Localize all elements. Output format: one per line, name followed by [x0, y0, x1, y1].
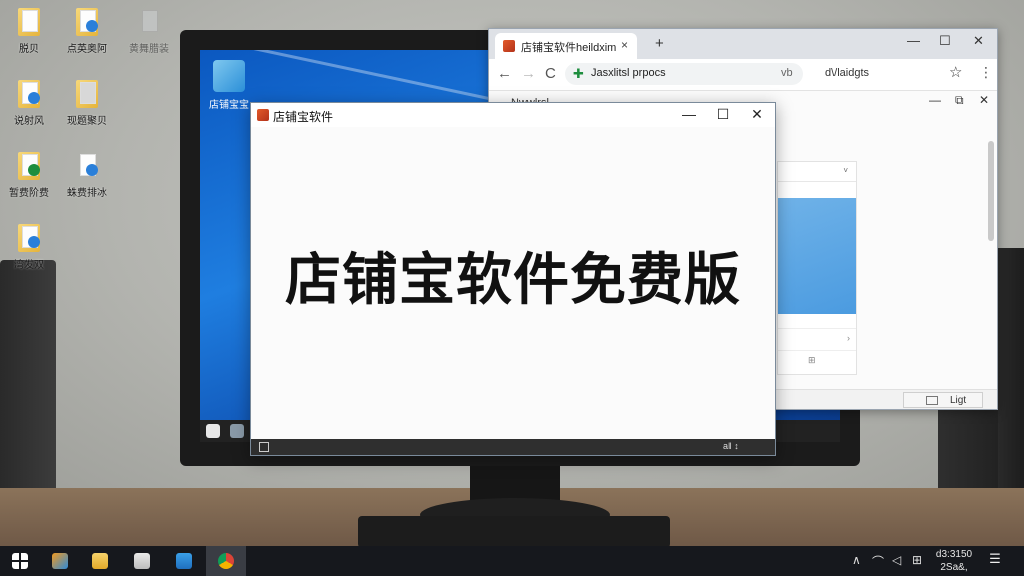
- file-folder-icon: [72, 78, 102, 108]
- app-logo-icon: [257, 109, 269, 121]
- folder-icon: [92, 553, 108, 569]
- new-tab-button[interactable]: +: [655, 35, 664, 52]
- app-status-bar: a‖ ↕: [251, 439, 775, 455]
- address-bar[interactable]: ✚ Jasxlitsl prpocs vb: [565, 63, 803, 85]
- taskbar-store[interactable]: [122, 546, 162, 576]
- keyboard: [358, 516, 670, 548]
- app-status-text: a‖ ↕: [723, 441, 739, 451]
- desktop-icon[interactable]: 黄舞腊装: [124, 6, 174, 55]
- checkbox[interactable]: [259, 442, 269, 452]
- desktop-icon-label: 黄舞腊装: [129, 44, 169, 55]
- desktop-icon[interactable]: 湾发双: [4, 222, 54, 271]
- monitor-icon-image: [213, 60, 245, 92]
- desktop-icon[interactable]: 蛛费排冰: [62, 150, 112, 199]
- monitor-icon-label: 店铺宝宝: [209, 100, 249, 111]
- monitor-desktop-icon[interactable]: 店铺宝宝: [206, 60, 252, 111]
- browser-maximize-button[interactable]: ☐: [939, 33, 951, 49]
- browser-menu-icon[interactable]: ⋮: [979, 64, 993, 81]
- panel-header[interactable]: ˅: [778, 162, 856, 182]
- bookmark-star-icon[interactable]: ☆: [949, 63, 962, 81]
- panel-row[interactable]: ⊞: [778, 350, 856, 372]
- desktop-icon[interactable]: 现题聚贝: [62, 78, 112, 127]
- desktop-icon[interactable]: 点英奥阿: [62, 6, 112, 55]
- app-title: 店铺宝软件: [273, 110, 334, 124]
- site-info: vb: [781, 67, 793, 79]
- address-text: Jasxlitsl prpocs: [591, 67, 666, 79]
- store-icon: [134, 553, 150, 569]
- chevron-right-icon: ›: [847, 333, 850, 343]
- secondary-address-text: d\/laidgts: [825, 67, 870, 79]
- taskbar-app-icon[interactable]: [40, 546, 80, 576]
- app-maximize-button[interactable]: ☐: [713, 106, 733, 123]
- app-hero-title: 店铺宝软件免费版: [285, 248, 741, 311]
- monitor-chrome-icon: [206, 424, 220, 438]
- scrollbar[interactable]: [987, 121, 995, 411]
- page-minimize-icon[interactable]: —: [929, 93, 941, 107]
- status-button-label: Ligt: [950, 395, 967, 406]
- app-window[interactable]: 店铺宝软件 — ☐ ✕ 店铺宝软件免费版 a‖ ↕: [250, 102, 776, 456]
- desktop-icon-label: 脱贝: [19, 44, 39, 55]
- scrollbar-thumb[interactable]: [988, 141, 994, 241]
- desktop-icon-label: 点英奥阿: [67, 44, 107, 55]
- monitor-app-icon: [230, 424, 244, 438]
- secure-icon: ✚: [573, 66, 584, 81]
- app-close-button[interactable]: ✕: [747, 106, 767, 123]
- clock-time: d3:3150: [935, 549, 973, 560]
- browser-close-button[interactable]: ✕: [973, 33, 984, 49]
- content-panel: ˅ › ⊞: [777, 161, 857, 375]
- browser-toolbar: ✚ Jasxlitsl prpocs vb d\/laidgts: [489, 59, 997, 91]
- file-folder-icon: [14, 6, 44, 36]
- notification-icon[interactable]: ☰: [986, 551, 1004, 569]
- page-restore-icon[interactable]: ⧉: [955, 93, 964, 108]
- file-folder-icon: [14, 222, 44, 252]
- document-icon: [14, 150, 44, 180]
- chrome-icon: [218, 553, 234, 569]
- tab-close-icon[interactable]: ×: [621, 38, 628, 52]
- app-launcher-icon: [52, 553, 68, 569]
- desktop-icon[interactable]: 暂费阶费: [4, 150, 54, 199]
- desktop-icon-label: 暂费阶费: [9, 188, 49, 199]
- desktop-icon-label: 现题聚贝: [67, 116, 107, 127]
- taskbar-clock[interactable]: d3:3150 2Sa&, RQAH: [930, 548, 978, 576]
- mail-icon: [176, 553, 192, 569]
- browser-tab[interactable]: 店铺宝软件heildxim ×: [495, 33, 637, 59]
- desktop-icon-label: 蛛费排冰: [67, 188, 107, 199]
- grid-icon: ⊞: [808, 355, 816, 365]
- file-folder-icon: [72, 6, 102, 36]
- status-button[interactable]: Ligt: [903, 392, 983, 408]
- forward-button[interactable]: →: [521, 65, 536, 82]
- network-icon[interactable]: ⌒: [872, 553, 884, 570]
- left-speaker: [0, 260, 56, 510]
- desktop-icon-label: 说射风: [14, 116, 44, 127]
- desktop-icon-label: 湾发双: [14, 260, 44, 271]
- desktop-icon[interactable]: 说射风: [4, 78, 54, 127]
- reload-button[interactable]: C: [545, 65, 556, 82]
- start-button[interactable]: [0, 546, 40, 576]
- secondary-address-field[interactable]: d\/laidgts: [819, 63, 959, 85]
- document-icon: [72, 150, 102, 180]
- desktop-icon[interactable]: 脱贝: [4, 6, 54, 55]
- chevron-down-icon: ˅: [843, 166, 848, 175]
- tray-chevron-icon[interactable]: ∧: [852, 553, 861, 567]
- page-close-icon[interactable]: ✕: [979, 93, 989, 107]
- browser-minimize-button[interactable]: —: [907, 33, 920, 48]
- taskbar-explorer[interactable]: [80, 546, 120, 576]
- browser-tab-title: 店铺宝软件heildxim: [521, 42, 617, 54]
- window-icon: [926, 396, 938, 405]
- language-icon[interactable]: ⊞: [912, 553, 922, 567]
- app-titlebar[interactable]: 店铺宝软件 — ☐ ✕: [251, 103, 775, 127]
- taskbar-mail[interactable]: [164, 546, 204, 576]
- file-folder-icon: [14, 78, 44, 108]
- taskbar-chrome[interactable]: [206, 546, 246, 576]
- panel-row[interactable]: ›: [778, 328, 856, 350]
- windows-logo-icon: [12, 553, 28, 569]
- back-button[interactable]: ←: [497, 65, 512, 82]
- volume-icon[interactable]: ◁: [892, 553, 901, 567]
- app-minimize-button[interactable]: —: [679, 106, 699, 122]
- clock-date: 2Sa&, RQAH: [940, 562, 969, 576]
- trash-icon: [134, 6, 164, 36]
- panel-image: [778, 198, 856, 314]
- favicon-icon: [503, 40, 515, 52]
